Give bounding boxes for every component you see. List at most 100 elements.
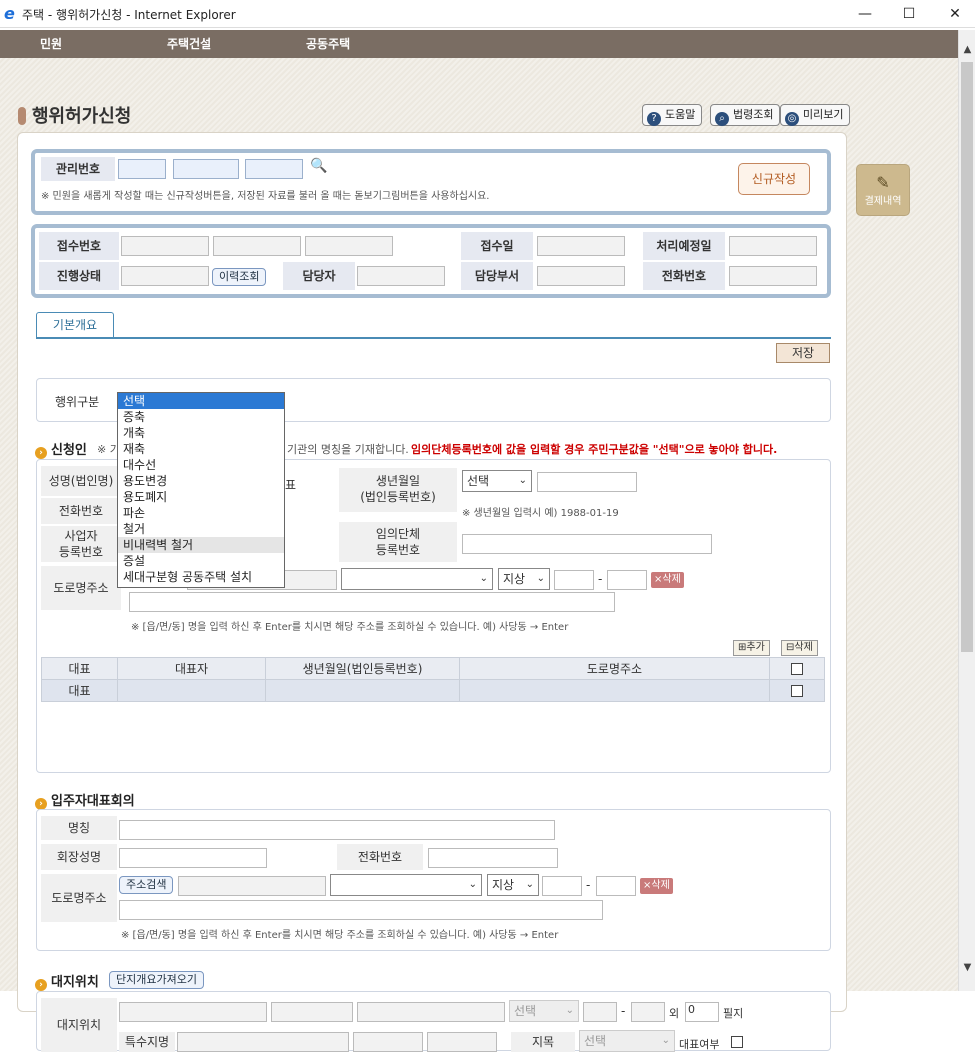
act-type-dropdown[interactable]: 선택 증축 개축 재축 대수선 용도변경 용도폐지 파손 철거 비내력벽 철거 … — [117, 392, 285, 588]
due-date-field — [729, 236, 817, 256]
menu-item-housing[interactable]: 주택건설 — [167, 35, 211, 52]
mgmt-note: ※ 민원을 새롭게 작성할 때는 신규작성버튼을, 저장된 자료를 불러 올 때… — [41, 191, 490, 202]
receipt-no-label: 접수번호 — [39, 232, 119, 260]
maximize-button[interactable]: ☐ — [894, 4, 924, 24]
approval-history-button[interactable]: ✎ 결제내역 — [856, 164, 910, 216]
resident-road-field — [178, 876, 326, 896]
dropdown-option[interactable]: 세대구분형 공동주택 설치 — [118, 569, 284, 585]
dropdown-option[interactable]: 철거 — [118, 521, 284, 537]
biz-no-label: 사업자 등록번호 — [41, 526, 121, 562]
dropdown-option[interactable]: 비내력벽 철거 — [118, 537, 284, 553]
applicant-heading: › 신청인 — [35, 439, 87, 459]
chair-name-input[interactable] — [119, 848, 267, 868]
dropdown-option[interactable]: 용도폐지 — [118, 489, 284, 505]
birth-input[interactable] — [537, 472, 637, 492]
scroll-thumb[interactable] — [961, 62, 973, 652]
table-row[interactable]: 대표 — [41, 679, 825, 702]
window-titlebar: e 주택 - 행위허가신청 - Internet Explorer — ☐ ✕ — [0, 0, 975, 28]
special-field-3 — [427, 1032, 497, 1052]
dropdown-option[interactable]: 증설 — [118, 553, 284, 569]
lots-label: 필지 — [723, 1007, 744, 1020]
chair-name-label: 회장성명 — [41, 844, 117, 870]
resident-ground-select[interactable]: 지상 ⌄ — [487, 874, 539, 896]
col-birth: 생년월일(법인등록번호) — [265, 657, 460, 680]
applicant-note-red: 임의단체등록번호에 값을 입력할 경우 주민구분값을 "선택"으로 놓아야 합니… — [411, 443, 778, 456]
select-all-checkbox[interactable] — [791, 663, 803, 675]
dropdown-option[interactable]: 증축 — [118, 409, 284, 425]
scroll-up-icon[interactable]: ▲ — [959, 42, 975, 58]
help-button[interactable]: ? 도움말 — [642, 104, 703, 126]
chevron-down-icon: ⌄ — [468, 879, 477, 890]
bldg-sub-no[interactable] — [607, 570, 647, 590]
vertical-scrollbar[interactable]: ▲ ▼ — [958, 30, 975, 991]
applicant-phone-label: 전화번호 — [41, 498, 121, 524]
resident-name-input[interactable] — [119, 820, 555, 840]
add-row-button[interactable]: ⊞추가 — [733, 640, 770, 656]
ie-logo-icon: e — [4, 4, 15, 23]
resident-road-label: 도로명주소 — [41, 874, 117, 922]
jimok-label: 지목 — [511, 1032, 575, 1052]
management-box: 관리번호 🔍 ※ 민원을 새롭게 작성할 때는 신규작성버튼을, 저장된 자료를… — [31, 149, 831, 215]
chevron-down-icon: ⌄ — [661, 1035, 670, 1046]
resident-road-select[interactable]: ⌄ — [330, 874, 482, 896]
due-date-label: 처리예정일 — [643, 232, 725, 260]
rep-mark: 표 — [285, 478, 297, 492]
dropdown-option[interactable]: 용도변경 — [118, 473, 284, 489]
menu-item-civil[interactable]: 민원 — [40, 35, 62, 52]
new-create-button[interactable]: 신규작성 — [738, 163, 810, 195]
site-field-2 — [271, 1002, 353, 1022]
group-no-input[interactable] — [462, 534, 712, 554]
birth-label: 생년월일 (법인등록번호) — [339, 468, 457, 512]
resident-detail-input[interactable] — [119, 900, 603, 920]
rep-flag-checkbox[interactable] — [731, 1036, 743, 1048]
lot-count-input[interactable]: 0 — [685, 1002, 719, 1022]
save-button[interactable]: 저장 — [776, 343, 830, 363]
birth-type-select[interactable]: 선택 ⌄ — [462, 470, 532, 492]
dropdown-option[interactable]: 선택 — [118, 393, 284, 409]
cell-birth — [265, 679, 460, 702]
road-address-select[interactable]: ⌄ — [341, 568, 493, 590]
detail-address-input[interactable] — [129, 592, 615, 612]
manager-field — [357, 266, 445, 286]
history-button[interactable]: 이력조회 — [212, 268, 267, 286]
jimok-select[interactable]: 선택 ⌄ — [579, 1030, 675, 1052]
delete-row-button[interactable]: ⊟삭제 — [781, 640, 818, 656]
magnifier-icon[interactable]: 🔍 — [310, 158, 327, 174]
address-delete-button[interactable]: ×삭제 — [651, 572, 684, 588]
close-button[interactable]: ✕ — [940, 4, 970, 24]
law-lookup-button[interactable]: ⌕ 법령조회 — [710, 104, 781, 126]
rep-flag-label: 대표여부 — [679, 1038, 720, 1051]
address-search-button[interactable]: 주소검색 — [119, 876, 174, 894]
resident-bldg-main[interactable] — [542, 876, 582, 896]
question-icon: ? — [647, 112, 661, 126]
special-name-field — [177, 1032, 349, 1052]
site-select[interactable]: 선택 ⌄ — [509, 1000, 579, 1022]
dropdown-option[interactable]: 대수선 — [118, 457, 284, 473]
dropdown-option[interactable]: 파손 — [118, 505, 284, 521]
tab-basic[interactable]: 기본개요 — [36, 312, 114, 338]
row-checkbox[interactable] — [791, 685, 803, 697]
mgmt-no-field-3[interactable] — [245, 159, 303, 179]
minimize-button[interactable]: — — [850, 4, 880, 24]
site-box: 대지위치 선택 ⌄ - 외 0 필지 특수지명 지목 선택 ⌄ 대표여부 — [36, 991, 831, 1052]
bldg-main-no[interactable] — [554, 570, 594, 590]
status-label: 진행상태 — [39, 262, 119, 290]
mgmt-no-field-1[interactable] — [118, 159, 166, 179]
fetch-complex-button[interactable]: 단지개요가져오기 — [109, 971, 204, 989]
status-field — [121, 266, 209, 286]
dropdown-option[interactable]: 재축 — [118, 441, 284, 457]
site-field-3 — [357, 1002, 505, 1022]
resident-bldg-sub[interactable] — [596, 876, 636, 896]
scroll-doc-icon: ✎ — [876, 173, 890, 192]
ground-select[interactable]: 지상 ⌄ — [498, 568, 550, 590]
resident-note: ※ [읍/면/동] 명을 입력 하신 후 Enter를 치시면 해당 주소를 조… — [121, 930, 559, 941]
dropdown-option[interactable]: 개축 — [118, 425, 284, 441]
scroll-down-icon[interactable]: ▼ — [959, 960, 975, 976]
oe-label: 외 — [669, 1007, 680, 1020]
mgmt-no-field-2[interactable] — [173, 159, 239, 179]
col-rep-name: 대표자 — [117, 657, 266, 680]
menu-item-apartment[interactable]: 공동주택 — [306, 35, 350, 52]
preview-button[interactable]: ◎ 미리보기 — [780, 104, 851, 126]
resident-delete-button[interactable]: ×삭제 — [640, 878, 673, 894]
resident-phone-input[interactable] — [428, 848, 558, 868]
